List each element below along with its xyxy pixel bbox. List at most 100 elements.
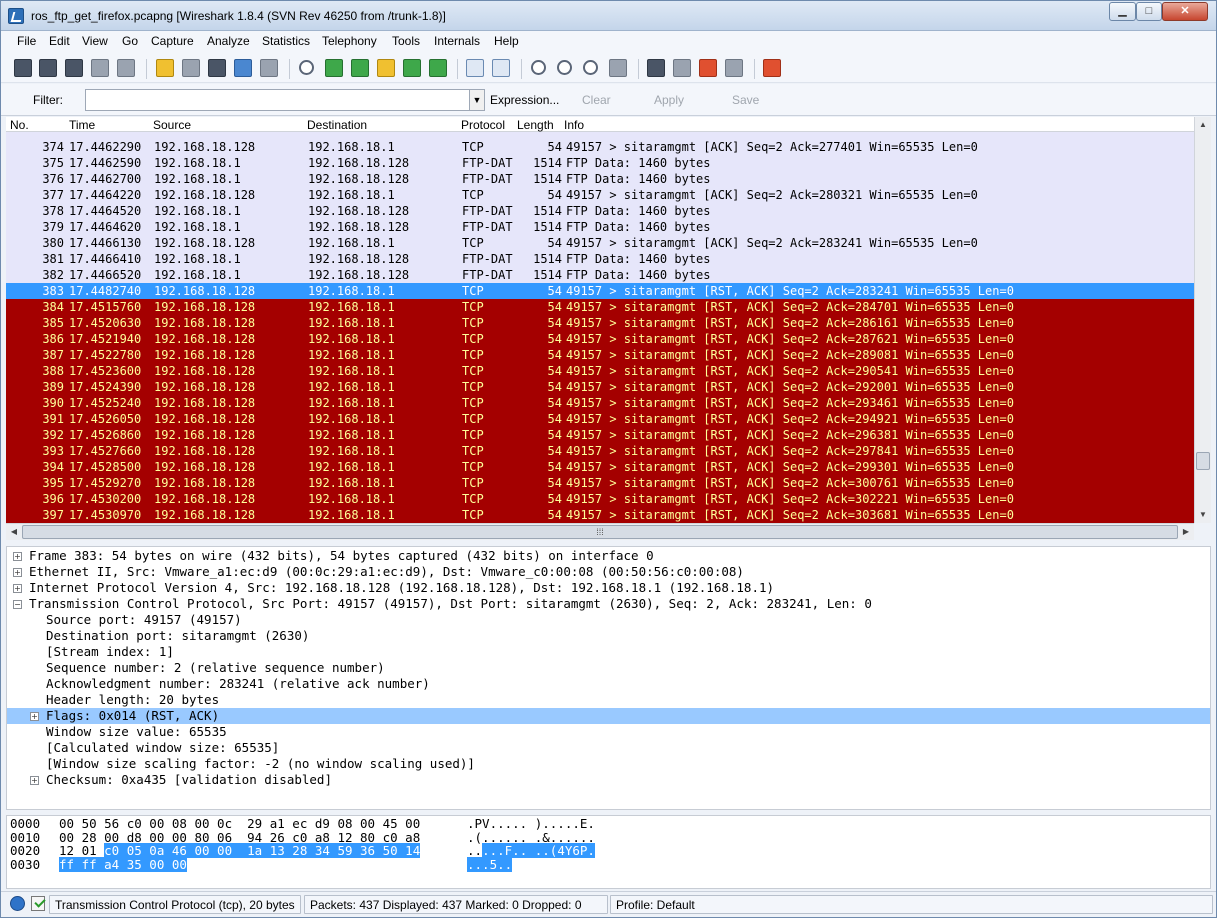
- table-row-partial[interactable]: [6, 132, 1194, 139]
- expand-icon[interactable]: +: [13, 568, 22, 577]
- table-row-selected[interactable]: 383 17.4482740 192.168.18.128 192.168.18.1 T…: [6, 283, 1194, 299]
- packet-list-vscroll[interactable]: ▲ ▼: [1194, 117, 1211, 523]
- column-info[interactable]: Info: [564, 118, 584, 132]
- scroll-thumb[interactable]: [1196, 452, 1210, 470]
- scroll-down-icon[interactable]: ▼: [1195, 507, 1211, 523]
- table-row[interactable]: 386 17.4521940 192.168.18.128 192.168.18.1 T…: [6, 331, 1194, 347]
- restart-capture-icon[interactable]: [117, 59, 135, 77]
- collapse-icon[interactable]: −: [13, 600, 22, 609]
- expression-button[interactable]: Expression...: [490, 93, 559, 107]
- column-time[interactable]: Time: [69, 118, 95, 132]
- packet-bytes-pane[interactable]: 0000 00 50 56 c0 00 08 00 0c 29 a1 ec d9 …: [6, 815, 1211, 889]
- table-row[interactable]: 378 17.4464520 192.168.18.1 192.168.18.128 F…: [6, 203, 1194, 219]
- table-row[interactable]: 391 17.4526050 192.168.18.128 192.168.18.1 T…: [6, 411, 1194, 427]
- menu-go[interactable]: Go: [122, 34, 138, 48]
- help-icon[interactable]: [763, 59, 781, 77]
- column-no[interactable]: No.: [10, 118, 29, 132]
- start-capture-icon[interactable]: [65, 59, 83, 77]
- display-filters-icon[interactable]: [673, 59, 691, 77]
- tree-item[interactable]: + Internet Protocol Version 4, Src: 192.1…: [7, 580, 1210, 596]
- maximize-button[interactable]: □: [1136, 2, 1162, 21]
- menu-view[interactable]: View: [82, 34, 108, 48]
- tree-item[interactable]: Source port: 49157 (49157): [7, 612, 1210, 628]
- scroll-thumb[interactable]: ⁞⁞⁞: [22, 525, 1178, 539]
- table-row[interactable]: 394 17.4528500 192.168.18.128 192.168.18.1 T…: [6, 459, 1194, 475]
- find-packet-icon[interactable]: [299, 60, 314, 75]
- menu-help[interactable]: Help: [494, 34, 519, 48]
- expand-icon[interactable]: +: [13, 552, 22, 561]
- table-row[interactable]: 374 17.4462290 192.168.18.128 192.168.18.1 T…: [6, 139, 1194, 155]
- capture-filters-icon[interactable]: [647, 59, 665, 77]
- go-to-packet-icon[interactable]: [377, 59, 395, 77]
- tree-item[interactable]: [Stream index: 1]: [7, 644, 1210, 660]
- table-row[interactable]: 377 17.4464220 192.168.18.128 192.168.18.1 T…: [6, 187, 1194, 203]
- table-row[interactable]: 380 17.4466130 192.168.18.128 192.168.18.1 T…: [6, 235, 1194, 251]
- expert-info-icon[interactable]: [10, 896, 25, 911]
- tree-item[interactable]: Destination port: sitaramgmt (2630): [7, 628, 1210, 644]
- menu-edit[interactable]: Edit: [49, 34, 70, 48]
- tree-item-selected[interactable]: + Flags: 0x014 (RST, ACK): [7, 708, 1210, 724]
- minimize-button[interactable]: ▁: [1109, 2, 1136, 21]
- auto-scroll-icon[interactable]: [492, 59, 510, 77]
- tree-item[interactable]: Sequence number: 2 (relative sequence nu…: [7, 660, 1210, 676]
- menu-analyze[interactable]: Analyze: [207, 34, 250, 48]
- column-source[interactable]: Source: [153, 118, 191, 132]
- packet-list-hscroll[interactable]: ◀ ⁞⁞⁞ ▶: [6, 523, 1194, 540]
- table-row[interactable]: 382 17.4466520 192.168.18.1 192.168.18.128 F…: [6, 267, 1194, 283]
- ascii-bytes[interactable]: .....F.. ..(4Y6P.: [467, 843, 595, 858]
- table-row[interactable]: 376 17.4462700 192.168.18.1 192.168.18.128 F…: [6, 171, 1194, 187]
- expand-icon[interactable]: +: [30, 712, 39, 721]
- table-row[interactable]: 397 17.4530970 192.168.18.128 192.168.18.1 T…: [6, 507, 1194, 523]
- tree-item[interactable]: Window size value: 65535: [7, 724, 1210, 740]
- scroll-left-icon[interactable]: ◀: [6, 524, 22, 540]
- preferences-icon[interactable]: [725, 59, 743, 77]
- table-row[interactable]: 392 17.4526860 192.168.18.128 192.168.18.1 T…: [6, 427, 1194, 443]
- table-row[interactable]: 395 17.4529270 192.168.18.128 192.168.18.1 T…: [6, 475, 1194, 491]
- zoom-normal-icon[interactable]: [583, 60, 598, 75]
- table-row[interactable]: 379 17.4464620 192.168.18.1 192.168.18.128 F…: [6, 219, 1194, 235]
- capture-options-icon[interactable]: [39, 59, 57, 77]
- go-last-icon[interactable]: [429, 59, 447, 77]
- menu-telephony[interactable]: Telephony: [322, 34, 377, 48]
- save-file-icon[interactable]: [182, 59, 200, 77]
- apply-button[interactable]: Apply: [654, 93, 684, 107]
- tree-item[interactable]: − Transmission Control Protocol, Src Port…: [7, 596, 1210, 612]
- scroll-up-icon[interactable]: ▲: [1195, 117, 1211, 133]
- close-file-icon[interactable]: [208, 59, 226, 77]
- table-row[interactable]: 393 17.4527660 192.168.18.128 192.168.18.1 T…: [6, 443, 1194, 459]
- save-button[interactable]: Save: [732, 93, 759, 107]
- go-first-icon[interactable]: [403, 59, 421, 77]
- interfaces-icon[interactable]: [14, 59, 32, 77]
- column-length[interactable]: Length: [517, 118, 554, 132]
- go-forward-icon[interactable]: [351, 59, 369, 77]
- table-row[interactable]: 375 17.4462590 192.168.18.1 192.168.18.128 F…: [6, 155, 1194, 171]
- table-row[interactable]: 389 17.4524390 192.168.18.128 192.168.18.1 T…: [6, 379, 1194, 395]
- packet-list[interactable]: 374 17.4462290 192.168.18.128 192.168.18.1 T…: [6, 132, 1194, 523]
- tree-item[interactable]: Acknowledgment number: 283241 (relative …: [7, 676, 1210, 692]
- table-row[interactable]: 396 17.4530200 192.168.18.128 192.168.18.1 T…: [6, 491, 1194, 507]
- clear-button[interactable]: Clear: [582, 93, 611, 107]
- zoom-out-icon[interactable]: [557, 60, 572, 75]
- menu-capture[interactable]: Capture: [151, 34, 194, 48]
- ascii-bytes[interactable]: ...5..: [467, 856, 513, 872]
- menu-file[interactable]: File: [17, 34, 36, 48]
- tree-item[interactable]: Header length: 20 bytes: [7, 692, 1210, 708]
- filter-input[interactable]: [85, 89, 470, 111]
- column-protocol[interactable]: Protocol: [461, 118, 505, 132]
- tree-item[interactable]: + Ethernet II, Src: Vmware_a1:ec:d9 (00:0…: [7, 564, 1210, 580]
- go-back-icon[interactable]: [325, 59, 343, 77]
- hex-bytes[interactable]: 12 01 c0 05 0a 46 00 00 1a 13 28 34 59 3…: [59, 843, 421, 858]
- resize-columns-icon[interactable]: [609, 59, 627, 77]
- table-row[interactable]: 385 17.4520630 192.168.18.128 192.168.18.1 T…: [6, 315, 1194, 331]
- tree-item[interactable]: [Calculated window size: 65535]: [7, 740, 1210, 756]
- open-file-icon[interactable]: [156, 59, 174, 77]
- menu-statistics[interactable]: Statistics: [262, 34, 310, 48]
- expand-icon[interactable]: +: [30, 776, 39, 785]
- menu-tools[interactable]: Tools: [392, 34, 420, 48]
- expand-icon[interactable]: +: [13, 584, 22, 593]
- filter-dropdown-icon[interactable]: ▼: [470, 89, 485, 111]
- tree-item[interactable]: + Checksum: 0xa435 [validation disabled]: [7, 772, 1210, 788]
- reload-icon[interactable]: [234, 59, 252, 77]
- column-destination[interactable]: Destination: [307, 118, 367, 132]
- table-row[interactable]: 388 17.4523600 192.168.18.128 192.168.18.1 T…: [6, 363, 1194, 379]
